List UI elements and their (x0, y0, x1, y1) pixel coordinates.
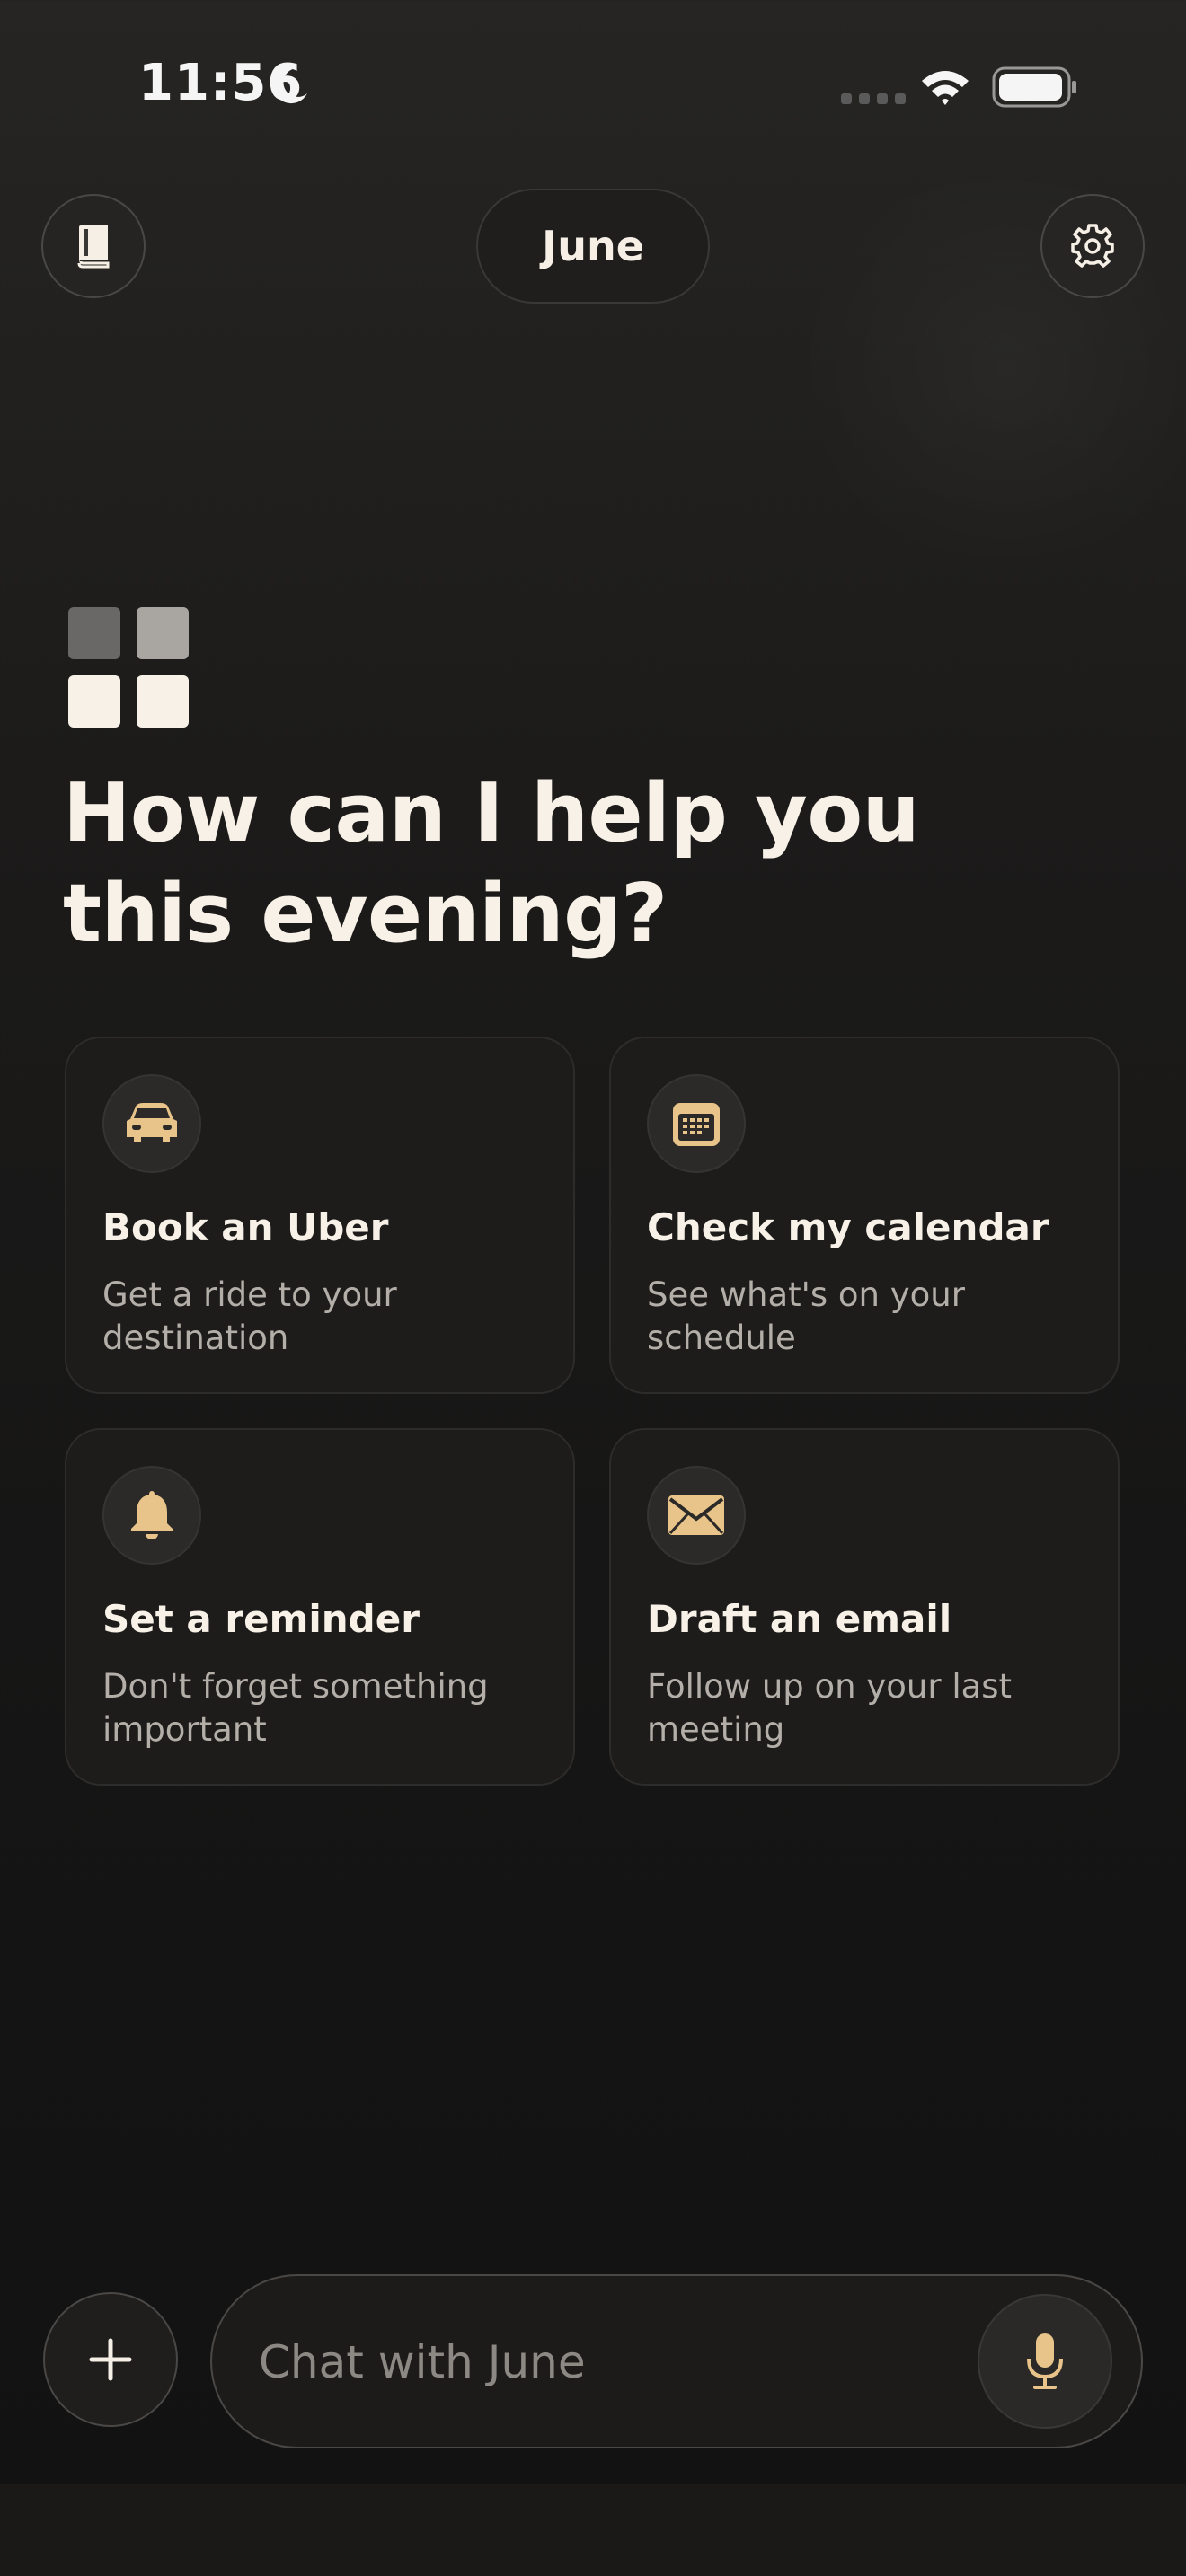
wifi-icon (922, 71, 969, 105)
card-title: Check my calendar (647, 1205, 1049, 1249)
bell-icon (131, 1491, 173, 1539)
library-button[interactable] (41, 194, 146, 298)
moon-icon (273, 67, 307, 104)
card-title: Set a reminder (102, 1597, 420, 1641)
card-description: Don't forget something important (102, 1667, 489, 1749)
car-icon (127, 1103, 177, 1142)
plus-icon (89, 2338, 132, 2381)
cellular-signal-icon (841, 93, 906, 104)
chat-input[interactable] (259, 2323, 942, 2402)
home-indicator-area (0, 2484, 1186, 2576)
june-logo-grid-icon (68, 607, 190, 729)
calendar-icon (673, 1103, 720, 1146)
suggestion-card-book-uber[interactable]: Book an Uber Get a ride to your destinat… (65, 1037, 575, 1394)
card-icon-circle (102, 1074, 201, 1173)
envelope-icon (668, 1495, 724, 1535)
voice-input-button[interactable] (978, 2294, 1112, 2429)
card-icon-circle (102, 1466, 201, 1565)
card-description: Get a ride to your destination (102, 1275, 397, 1357)
suggestion-card-set-reminder[interactable]: Set a reminder Don't forget something im… (65, 1428, 575, 1786)
battery-icon (992, 66, 1076, 108)
status-bar: 11:56 (0, 0, 1186, 171)
chat-composer (210, 2274, 1143, 2448)
card-title: Book an Uber (102, 1205, 389, 1249)
greeting-headline: How can I help you this evening? (63, 766, 920, 961)
assistant-title-pill[interactable]: June (476, 189, 710, 304)
suggestion-card-draft-email[interactable]: Draft an email Follow up on your last me… (609, 1428, 1120, 1786)
card-icon-circle (647, 1466, 746, 1565)
card-title: Draft an email (647, 1597, 952, 1641)
add-attachment-button[interactable] (43, 2292, 178, 2427)
card-icon-circle (647, 1074, 746, 1173)
card-description: Follow up on your last meeting (647, 1667, 1013, 1749)
gear-icon (1071, 224, 1114, 268)
settings-button[interactable] (1040, 194, 1145, 298)
card-description: See what's on your schedule (647, 1275, 965, 1357)
book-icon (77, 225, 110, 269)
suggestion-card-check-calendar[interactable]: Check my calendar See what's on your sch… (609, 1037, 1120, 1394)
microphone-icon (1027, 2333, 1063, 2389)
